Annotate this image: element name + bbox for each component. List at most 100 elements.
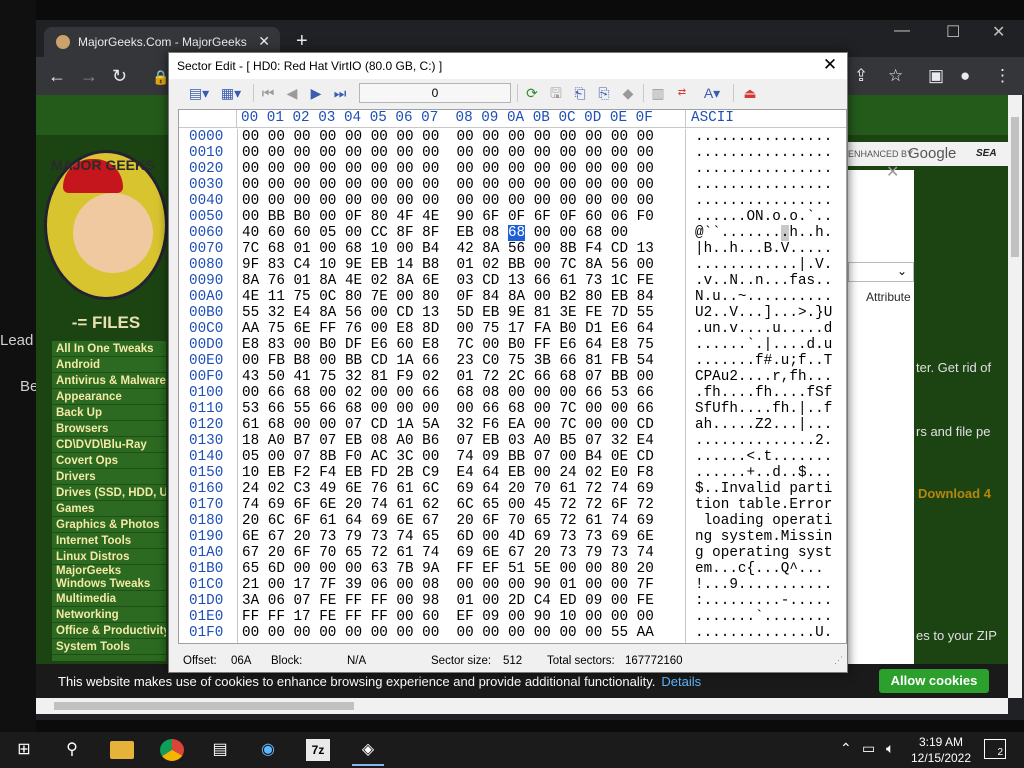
row-ascii[interactable]: :.........-..... [695,593,832,609]
chrome-icon[interactable] [160,739,184,761]
row-hex-bytes[interactable]: 00 FB B8 00 BB CD 1A 66 23 C0 75 3B 66 8… [242,353,654,369]
sector-number-input[interactable]: 0 [359,83,511,103]
profile-icon[interactable]: ● [960,66,970,86]
save-to-file-icon[interactable]: ⎘ [593,83,615,103]
category-link[interactable]: System Tools [52,639,166,655]
row-ascii[interactable]: ah.....Z2...|... [695,417,832,433]
row-ascii[interactable]: ................ [695,193,832,209]
row-hex-bytes[interactable]: E8 83 00 B0 DF E6 60 E8 7C 00 B0 FF E6 6… [242,337,654,353]
tab-close-icon[interactable]: ✕ [258,33,270,50]
category-link[interactable]: Drivers [52,469,166,485]
row-hex-bytes[interactable]: 43 50 41 75 32 81 F9 02 01 72 2C 66 68 0… [242,369,654,385]
volume-icon[interactable]: 🔈︎ [886,740,894,757]
row-hex-bytes[interactable]: 3A 06 07 FE FF FF 00 98 01 00 2D C4 ED 0… [242,593,654,609]
row-hex-bytes[interactable]: 00 00 00 00 00 00 00 00 00 00 00 00 00 0… [242,161,654,177]
download-link[interactable]: Download 4 [918,486,991,501]
category-link[interactable]: Networking [52,607,166,623]
windows-start-icon[interactable]: ⊞ [12,739,36,761]
row-ascii[interactable]: .un.v....u.....d [695,321,832,337]
exit-icon[interactable]: ⏏ [739,83,761,103]
row-hex-bytes[interactable]: 55 32 E4 8A 56 00 CD 13 5D EB 9E 81 3E F… [242,305,654,321]
category-link[interactable]: Antivirus & Malware [52,373,166,389]
first-sector-icon[interactable]: ⏮ [257,83,279,103]
row-ascii[interactable]: ................ [695,129,832,145]
row-hex-bytes[interactable]: 00 00 00 00 00 00 00 00 00 00 00 00 00 0… [242,177,654,193]
category-link[interactable]: Internet Tools [52,533,166,549]
font-icon[interactable]: A▾ [697,83,727,103]
scrollbar-thumb[interactable] [54,702,354,710]
sidepanel-icon[interactable]: ▣ [928,66,944,86]
dropdown[interactable]: ⌄ [848,262,914,282]
previous-sector-icon[interactable]: ◀ [281,83,303,103]
row-hex-bytes[interactable]: 00 00 00 00 00 00 00 00 00 00 00 00 00 0… [242,145,654,161]
tray-chevron-up-icon[interactable]: ⌃ [840,740,852,757]
network-icon[interactable]: ▭ [862,740,875,757]
row-ascii[interactable]: ......+..d..$... [695,465,832,481]
refresh-icon[interactable]: ⟳ [521,83,543,103]
app-globe-icon[interactable]: ◉ [256,739,280,761]
convert-icon[interactable]: ⇄ [671,83,693,103]
file-explorer-icon[interactable] [110,741,134,759]
dialog-close-button[interactable]: ✕ [819,55,841,75]
row-ascii[interactable]: ................ [695,161,832,177]
row-ascii[interactable]: ..............2. [695,433,832,449]
row-hex-bytes[interactable]: 05 00 07 8B F0 AC 3C 00 74 09 BB 07 00 B… [242,449,654,465]
row-hex-bytes[interactable]: 67 20 6F 70 65 72 61 74 69 6E 67 20 73 7… [242,545,654,561]
share-icon[interactable]: ⇪ [854,66,868,86]
row-ascii[interactable]: ......<.t....... [695,449,832,465]
row-ascii[interactable]: |h..h...B.V..... [695,241,832,257]
row-hex-bytes[interactable]: 6E 67 20 73 79 73 74 65 6D 00 4D 69 73 7… [242,529,654,545]
row-hex-bytes[interactable]: 65 6D 00 00 00 63 7B 9A FF EF 51 5E 00 0… [242,561,654,577]
reload-button[interactable]: ↻ [112,66,127,87]
category-link[interactable]: Appearance [52,389,166,405]
layout-icon[interactable]: ▦▾ [217,83,245,103]
row-ascii[interactable]: SfUfh....fh.|..f [695,401,832,417]
row-ascii[interactable]: ............|.V. [695,257,832,273]
row-ascii[interactable]: .......f#.u;f..T [695,353,832,369]
selected-char[interactable]: . [780,225,790,241]
back-button[interactable]: ← [48,66,66,87]
category-link[interactable]: Back Up [52,405,166,421]
category-link[interactable]: Multimedia [52,591,166,607]
row-ascii[interactable]: @``........h..h. [695,225,832,241]
row-hex-bytes[interactable]: 00 00 00 00 00 00 00 00 00 00 00 00 00 0… [242,193,654,209]
row-ascii[interactable]: N.u..~.......... [695,289,832,305]
row-hex-bytes[interactable]: 53 66 55 66 68 00 00 00 00 66 68 00 7C 0… [242,401,654,417]
category-link[interactable]: CD\DVD\Blu-Ray [52,437,166,453]
category-link[interactable]: MajorGeeks Windows Tweaks [52,565,166,591]
row-ascii[interactable]: .fh....fh....fSf [695,385,832,401]
category-link[interactable]: Office & Productivity [52,623,166,639]
row-ascii[interactable]: .......`........ [695,609,832,625]
row-ascii[interactable]: g operating syst [695,545,832,561]
undo-icon[interactable]: ◆ [617,83,639,103]
next-sector-icon[interactable]: ▶ [305,83,327,103]
row-hex-bytes[interactable]: 24 02 C3 49 6E 76 61 6C 69 64 20 70 61 7… [242,481,654,497]
last-sector-icon[interactable]: ⏭ [329,83,351,103]
menu-kebab-icon[interactable]: ⋮ [994,66,1011,86]
row-hex-bytes[interactable]: 4E 11 75 0C 80 7E 00 80 0F 84 8A 00 B2 8… [242,289,654,305]
row-ascii[interactable]: ng system.Missin [695,529,832,545]
row-hex-bytes[interactable]: 9F 83 C4 10 9E EB 14 B8 01 02 BB 00 7C 8… [242,257,654,273]
google-search-box[interactable]: ENHANCED BY Google SEA [848,142,1008,166]
hex-view[interactable]: 00 01 02 03 04 05 06 07 08 09 0A 0B 0C 0… [178,109,847,644]
category-link[interactable]: All In One Tweaks [52,341,166,357]
row-hex-bytes[interactable]: AA 75 6E FF 76 00 E8 8D 00 75 17 FA B0 D… [242,321,654,337]
search-button[interactable]: SEA [976,148,997,159]
row-hex-bytes[interactable]: 18 A0 B7 07 EB 08 A0 B6 07 EB 03 A0 B5 0… [242,433,654,449]
allow-cookies-button[interactable]: Allow cookies [879,669,989,693]
row-hex-bytes[interactable]: 20 6C 6F 61 64 69 6E 67 20 6F 70 65 72 6… [242,513,654,529]
seven-zip-icon[interactable]: 7z [306,739,330,761]
load-from-file-icon[interactable]: ⎗ [569,83,591,103]
maximize-icon[interactable]: ☐ [946,22,960,42]
category-link[interactable]: Graphics & Photos [52,517,166,533]
bookmark-star-icon[interactable]: ☆ [888,66,903,86]
search-icon[interactable]: ⚲ [60,739,84,761]
row-hex-bytes[interactable]: 00 00 00 00 00 00 00 00 00 00 00 00 00 0… [242,129,654,145]
row-hex-bytes[interactable]: 8A 76 01 8A 4E 02 8A 6E 03 CD 13 66 61 7… [242,273,654,289]
row-ascii[interactable]: $..Invalid parti [695,481,832,497]
row-hex-bytes[interactable]: 40 60 60 05 00 CC 8F 8F EB 08 68 00 00 6… [242,225,628,241]
row-hex-bytes[interactable]: 00 00 00 00 00 00 00 00 00 00 00 00 00 0… [242,625,654,641]
row-ascii[interactable]: CPAu2....r,fh... [695,369,832,385]
system-clock[interactable]: 3:19 AM 12/15/2022 [906,734,976,766]
cookie-details-link[interactable]: Details [661,674,701,689]
